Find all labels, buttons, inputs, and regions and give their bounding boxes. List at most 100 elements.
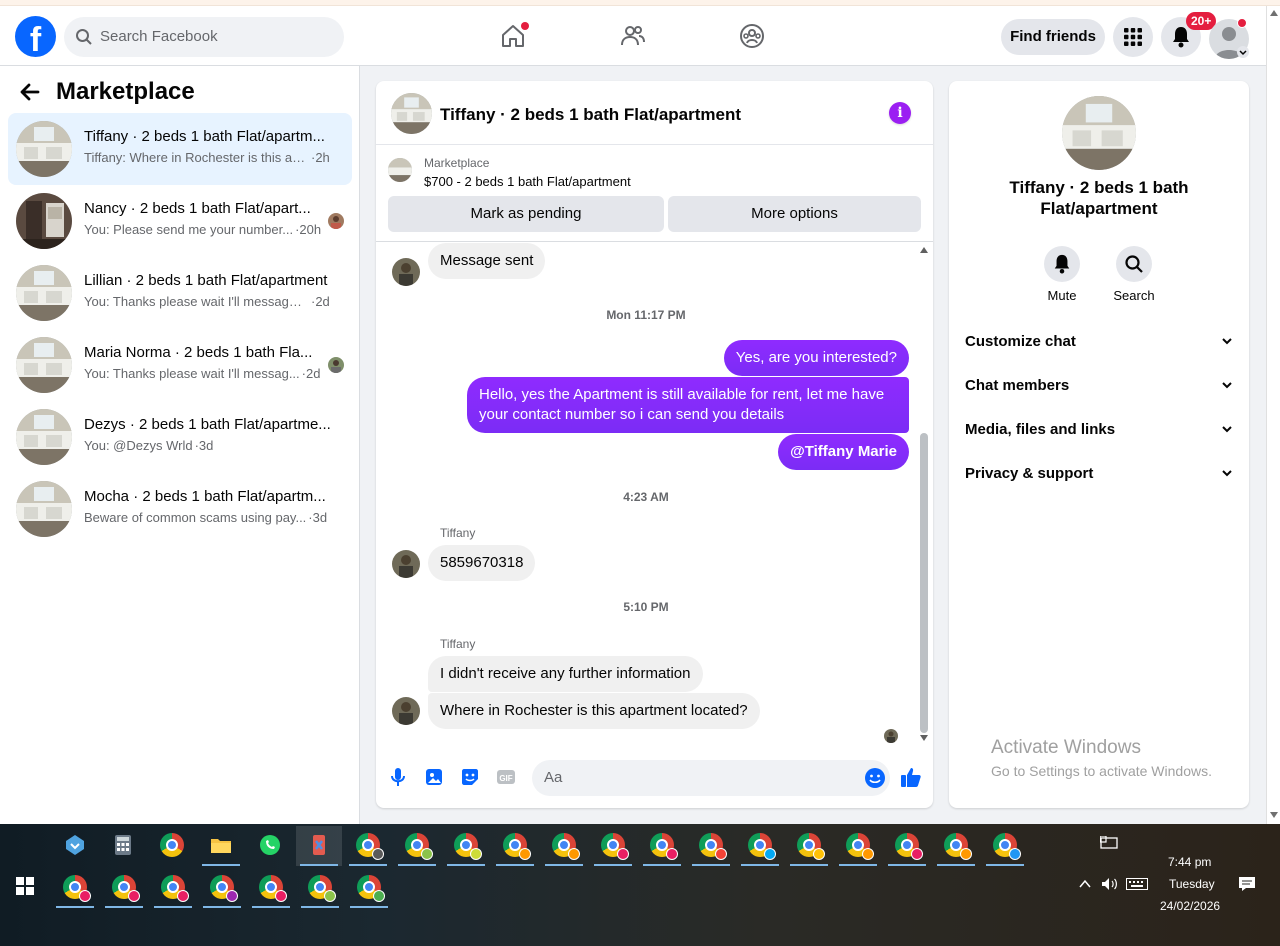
taskbar-app-icon[interactable] [149,826,195,866]
clock-time[interactable]: 7:44 pm [1168,855,1211,869]
chrome-icon [503,833,531,860]
clock-day[interactable]: Tuesday [1169,877,1215,891]
info-icon[interactable]: i [889,102,911,124]
search-in-conversation-button[interactable]: Search [1104,246,1164,303]
taskbar-chrome-window[interactable] [492,826,538,866]
customize-chat-row[interactable]: Customize chat [965,331,1233,355]
more-options-button[interactable]: More options [668,196,921,232]
groups-icon[interactable] [738,22,766,50]
emoji-icon[interactable] [864,767,886,789]
gif-icon[interactable]: GIF [495,766,517,788]
message-input[interactable]: Aa [532,760,890,796]
chrome-icon [454,833,482,860]
conversation-snippet: You: Thanks please wait I'll messag... [84,366,300,381]
mark-as-pending-button[interactable]: Mark as pending [388,196,664,232]
show-hidden-icons-chevron-icon[interactable] [1079,879,1091,889]
taskbar-chrome-window[interactable] [248,868,294,908]
message-bubble-incoming[interactable]: Message sent [428,243,546,279]
taskbar-chrome-window[interactable] [688,826,734,866]
taskbar-app-icon[interactable] [296,826,342,866]
keyboard-icon[interactable] [1126,878,1148,890]
media-files-links-row[interactable]: Media, files and links [965,419,1233,443]
row-label: Customize chat [965,333,1076,350]
search-input[interactable]: Search Facebook [64,17,344,57]
thumbs-up-icon[interactable] [899,765,923,789]
taskbar-chrome-window[interactable] [52,868,98,908]
action-center-icon[interactable] [1238,876,1256,892]
volume-icon[interactable] [1101,877,1119,891]
conversation-item-nancy[interactable]: Nancy · 2 beds 1 bath Flat/apart... You:… [8,185,352,257]
taskbar-chrome-window[interactable] [982,826,1028,866]
message-bubble-outgoing[interactable]: Yes, are you interested? [723,340,909,376]
listing-large-thumbnail[interactable] [1062,96,1136,170]
friends-icon[interactable] [619,22,647,50]
taskbar-chrome-window[interactable] [786,826,832,866]
taskbar-chrome-window[interactable] [101,868,147,908]
chat-title[interactable]: Tiffany · 2 beds 1 bath Flat/apartment [440,105,741,125]
taskbar-chrome-window[interactable] [199,868,245,908]
profile-badge [911,848,923,860]
conversation-item-lillian[interactable]: Lillian · 2 beds 1 bath Flat/apartment Y… [8,257,352,329]
message-bubble-incoming[interactable]: Where in Rochester is this apartment loc… [428,693,760,729]
tablet-mode-icon[interactable] [1100,836,1118,852]
facebook-logo-icon[interactable]: f [15,16,56,57]
listing-price-title[interactable]: $700 - 2 beds 1 bath Flat/apartment [424,174,631,189]
scroll-down-arrow-icon[interactable] [1270,812,1278,818]
taskbar-chrome-window[interactable] [345,826,391,866]
conversation-item-dezys[interactable]: Dezys · 2 beds 1 bath Flat/apartme... Yo… [8,401,352,473]
taskbar-app-icon[interactable] [100,826,146,866]
taskbar-chrome-window[interactable] [346,868,392,908]
sender-name: Tiffany [440,637,476,651]
taskbar-chrome-window[interactable] [541,826,587,866]
taskbar-chrome-window[interactable] [443,826,489,866]
message-bubble-outgoing-mention[interactable]: @Tiffany Marie [778,434,909,470]
windows-start-icon[interactable] [16,877,34,895]
message-bubble-outgoing[interactable]: Hello, yes the Apartment is still availa… [467,377,909,433]
scroll-up-arrow-icon[interactable] [920,247,928,253]
taskbar-chrome-window[interactable] [394,826,440,866]
chat-scrollbar-thumb[interactable] [920,433,928,733]
scroll-down-arrow-icon[interactable] [920,735,928,741]
conversation-name: Dezys · 2 beds 1 bath Flat/apartme... [84,416,331,433]
chat-members-row[interactable]: Chat members [965,375,1233,399]
account-chevron-down-icon[interactable] [1237,46,1249,58]
microphone-icon[interactable] [387,766,409,788]
conversation-item-maria-norma[interactable]: Maria Norma · 2 beds 1 bath Fla... You: … [8,329,352,401]
page-scrollbar[interactable] [1266,6,1280,824]
chrome-icon [699,833,727,860]
message-bubble-incoming[interactable]: I didn't receive any further information [428,656,703,692]
message-timestamp: 4:23 AM [623,490,669,504]
taskbar-chrome-window[interactable] [737,826,783,866]
chat-scrollbar[interactable] [917,243,931,743]
row-label: Media, files and links [965,421,1116,438]
menu-grid-button[interactable] [1113,17,1153,57]
taskbar-chrome-window[interactable] [933,826,979,866]
scroll-up-arrow-icon[interactable] [1270,10,1278,16]
find-friends-button[interactable]: Find friends [1001,19,1105,55]
clock-date[interactable]: 24/02/2026 [1160,899,1220,913]
listing-thumbnail [16,193,72,249]
back-arrow-icon[interactable] [18,80,42,104]
sticker-icon[interactable] [459,766,481,788]
message-bubble-incoming[interactable]: 5859670318 [428,545,536,581]
privacy-support-row[interactable]: Privacy & support [965,463,1233,487]
profile-badge [324,890,336,902]
photo-icon[interactable] [423,766,445,788]
taskbar-chrome-window[interactable] [639,826,685,866]
profile-badge [519,848,531,860]
taskbar-app-icon[interactable] [198,826,244,866]
taskbar-chrome-window[interactable] [835,826,881,866]
chat-listing-thumbnail[interactable] [391,93,432,134]
taskbar-chrome-window[interactable] [884,826,930,866]
watermark-line-2: Go to Settings to activate Windows. [991,763,1212,779]
conversation-item-mocha[interactable]: Mocha · 2 beds 1 bath Flat/apartm... Bew… [8,473,352,545]
chrome-icon [601,833,629,860]
home-notification-dot [521,22,529,30]
taskbar-app-icon[interactable] [52,826,98,866]
taskbar-app-icon[interactable] [247,826,293,866]
mute-button[interactable]: Mute [1032,246,1092,303]
conversation-item-tiffany[interactable]: Tiffany · 2 beds 1 bath Flat/apartm... T… [8,113,352,185]
taskbar-chrome-window[interactable] [150,868,196,908]
taskbar-chrome-window[interactable] [590,826,636,866]
taskbar-chrome-window[interactable] [297,868,343,908]
